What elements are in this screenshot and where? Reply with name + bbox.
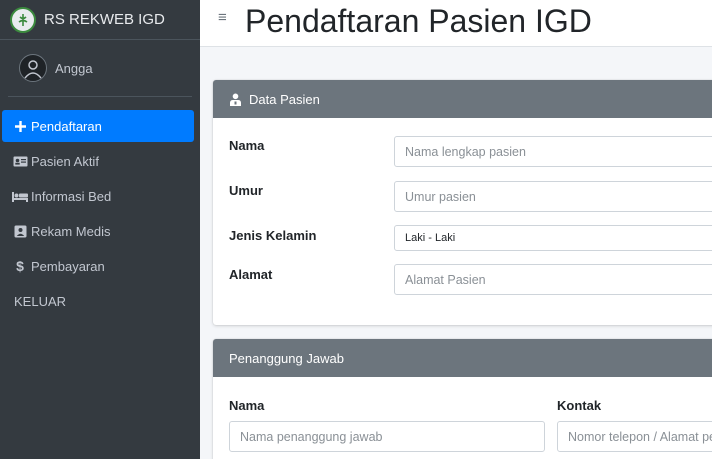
nama-pasien-input[interactable] [394,136,712,167]
hospital-logo-icon [10,6,36,33]
user-injured-icon [229,93,242,106]
data-pasien-card: Data Pasien Nama Umur Jenis Kelamin Laki… [213,80,712,325]
nama-penanggung-input[interactable] [229,421,545,452]
plus-icon [12,119,28,133]
content-header: ≡ Pendaftaran Pasien IGD [200,0,712,47]
sidebar-item-informasi-bed[interactable]: Informasi Bed [2,180,194,212]
jenis-kelamin-label: Jenis Kelamin [229,228,317,243]
jenis-kelamin-value: Laki - Laki [405,232,456,244]
penanggung-jawab-card: Penanggung Jawab Nama Kontak [213,339,712,459]
page-title: Pendaftaran Pasien IGD [245,3,592,39]
umur-input[interactable] [394,181,712,212]
sidebar-item-label: Pembayaran [31,258,105,274]
sidebar-item-rekam-medis[interactable]: Rekam Medis [2,215,194,247]
nama-label: Nama [229,138,265,153]
card-header: Penanggung Jawab [213,339,712,377]
sidebar-nav: Pendaftaran Pasien Aktif Informasi Bed R… [0,110,200,317]
kontak-input[interactable] [557,421,712,452]
user-name: Angga [55,60,93,76]
brand-title: RS REKWEB IGD [44,11,165,28]
kontak-label: Kontak [557,398,602,413]
dollar-icon: $ [16,258,24,274]
card-header: Data Pasien [213,80,712,118]
brand[interactable]: RS REKWEB IGD [0,0,200,40]
id-card-icon [12,154,28,168]
sidebar-item-keluar[interactable]: KELUAR [2,285,194,317]
card-title: Penanggung Jawab [229,350,344,366]
alamat-label: Alamat [229,267,273,282]
sidebar-item-label: Rekam Medis [31,223,111,239]
sidebar-item-label: Pendaftaran [31,118,102,134]
sidebar-item-label: Pasien Aktif [31,153,99,169]
menu-toggle-icon[interactable]: ≡ [218,9,227,26]
avatar [19,54,47,82]
alamat-input[interactable] [394,264,712,295]
sidebar-item-label: Informasi Bed [31,188,112,204]
bed-icon [12,189,28,203]
card-title: Data Pasien [249,91,320,107]
medical-file-icon [12,224,28,238]
sidebar-item-label: KELUAR [14,293,67,309]
sidebar-item-pembayaran[interactable]: $ Pembayaran [2,250,194,282]
user-panel[interactable]: Angga [8,40,192,97]
sidebar-item-pendaftaran[interactable]: Pendaftaran [2,110,194,142]
sidebar: RS REKWEB IGD Angga Pendaftaran Pasien A… [0,0,200,459]
nama-penanggung-label: Nama [229,398,265,413]
jenis-kelamin-select[interactable]: Laki - Laki [394,225,712,251]
sidebar-item-pasien-aktif[interactable]: Pasien Aktif [2,145,194,177]
umur-label: Umur [229,183,263,198]
